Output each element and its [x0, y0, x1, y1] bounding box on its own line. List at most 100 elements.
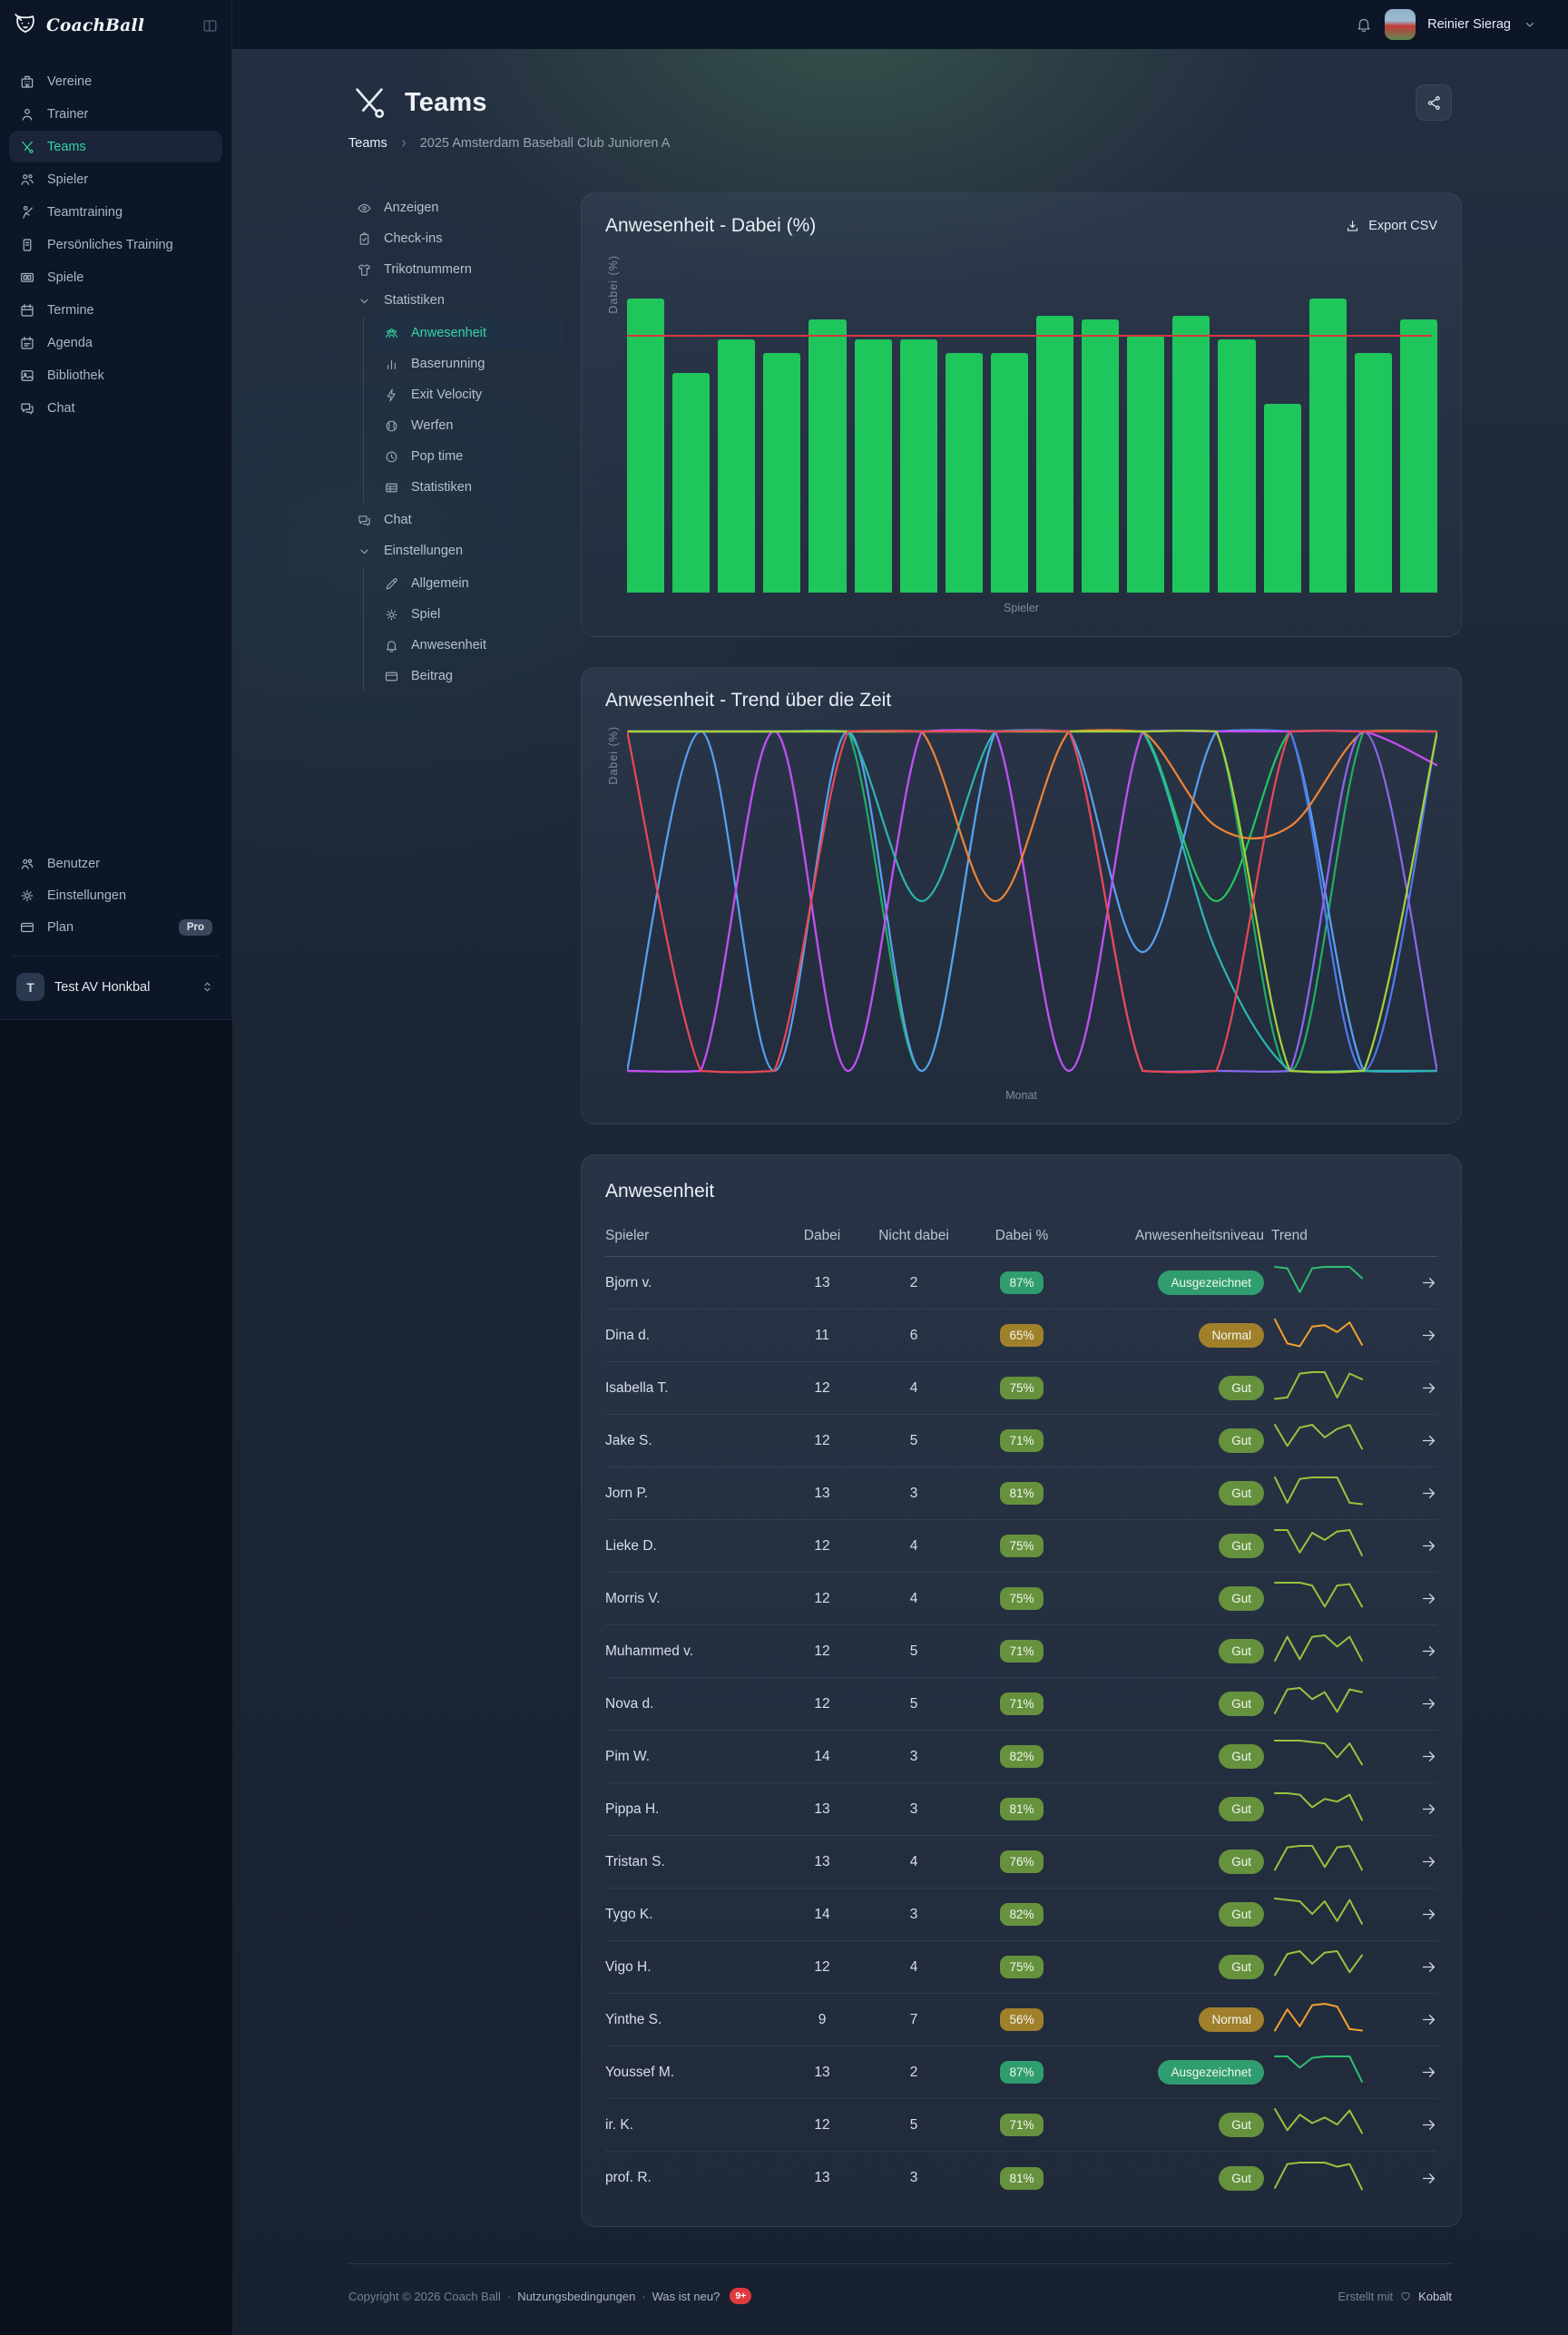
subnav-item-anzeigen[interactable]: Anzeigen	[348, 192, 564, 223]
subnav-subitem-allgemein[interactable]: Allgemein	[376, 568, 564, 599]
table-row-vigo-h[interactable]: Vigo H.12475%Gut	[605, 1941, 1437, 1994]
sidebar-item-benutzer[interactable]: Benutzer	[9, 848, 222, 879]
share-button[interactable]	[1416, 84, 1452, 121]
table-row-lieke-d[interactable]: Lieke D.12475%Gut	[605, 1520, 1437, 1573]
sidebar-item-trainer[interactable]: Trainer	[9, 98, 222, 130]
row-detail-arrow[interactable]	[1420, 1800, 1437, 1818]
table-row-morris-v[interactable]: Morris V.12475%Gut	[605, 1573, 1437, 1625]
building-icon	[19, 74, 35, 90]
table-row-jorn-p[interactable]: Jorn P.13381%Gut	[605, 1467, 1437, 1520]
sidebar-item-agenda[interactable]: Agenda	[9, 327, 222, 358]
sidebar-item-chat[interactable]: Chat	[9, 392, 222, 424]
row-detail-arrow[interactable]	[1420, 2064, 1437, 2081]
row-detail-arrow[interactable]	[1420, 2116, 1437, 2134]
row-detail-arrow[interactable]	[1420, 1485, 1437, 1502]
player-name: Yinthe S.	[605, 2012, 783, 2028]
row-detail-arrow[interactable]	[1420, 2011, 1437, 2028]
terms-link[interactable]: Nutzungsbedingungen	[517, 2290, 635, 2303]
page-title: Teams	[405, 88, 487, 118]
table-row-prof-r[interactable]: prof. R.13381%Gut	[605, 2152, 1437, 2204]
row-detail-arrow[interactable]	[1420, 1643, 1437, 1660]
trend-line-serie-hellblau	[627, 731, 1437, 1072]
subnav-subitem-baserunning[interactable]: Baserunning	[376, 348, 564, 379]
trend-sparkline	[1264, 1946, 1420, 1988]
table-row-muhammed-v[interactable]: Muhammed v.12571%Gut	[605, 1625, 1437, 1678]
subnav-item-label: Pop time	[411, 449, 463, 464]
row-detail-arrow[interactable]	[1420, 1590, 1437, 1607]
subnav-subitem-exit-velocity[interactable]: Exit Velocity	[376, 379, 564, 410]
subnav-subitem-spiel[interactable]: Spiel	[376, 599, 564, 630]
sidebar-bottom: BenutzerEinstellungenPlanPro T Test AV H…	[0, 848, 231, 1019]
subnav-item-chat[interactable]: Chat	[348, 505, 564, 535]
row-detail-arrow[interactable]	[1420, 1537, 1437, 1555]
row-detail-arrow[interactable]	[1420, 1853, 1437, 1870]
chevron-icon	[357, 544, 372, 559]
row-detail-arrow[interactable]	[1420, 1327, 1437, 1344]
subnav-item-trikotnummern[interactable]: Trikotnummern	[348, 254, 564, 285]
sidebar-item-vereine[interactable]: Vereine	[9, 65, 222, 97]
attendance-table-card: Anwesenheit Spieler Dabei Nicht dabei Da…	[581, 1154, 1462, 2227]
sidebar-item-teamtraining[interactable]: Teamtraining	[9, 196, 222, 228]
absent-count: 4	[861, 1959, 966, 1976]
table-row-nova-d[interactable]: Nova d.12571%Gut	[605, 1678, 1437, 1731]
subnav-item-statistiken[interactable]: Statistiken	[348, 285, 564, 316]
sidebar-item-teams[interactable]: Teams	[9, 131, 222, 162]
table-row-tygo-k[interactable]: Tygo K.14382%Gut	[605, 1889, 1437, 1941]
table-row-jake-s[interactable]: Jake S.12571%Gut	[605, 1415, 1437, 1467]
kobalt-link[interactable]: Kobalt	[1418, 2290, 1452, 2303]
present-count: 12	[783, 1959, 861, 1976]
row-detail-arrow[interactable]	[1420, 1379, 1437, 1397]
table-row-pippa-h[interactable]: Pippa H.13381%Gut	[605, 1783, 1437, 1836]
table-row-tristan-s[interactable]: Tristan S.13476%Gut	[605, 1836, 1437, 1889]
coachball-logo-icon	[13, 13, 38, 38]
table-row-ir-k[interactable]: ir. K.12571%Gut	[605, 2099, 1437, 2152]
sidebar-item-termine[interactable]: Termine	[9, 294, 222, 326]
player-name: Lieke D.	[605, 1538, 783, 1555]
subnav-item-check-ins[interactable]: Check-ins	[348, 223, 564, 254]
trend-sparkline	[1264, 1893, 1420, 1936]
sidebar-item-bibliothek[interactable]: Bibliothek	[9, 359, 222, 391]
subnav-subitem-anwesenheit[interactable]: Anwesenheit	[376, 318, 564, 348]
sidebar-item-plan[interactable]: PlanPro	[9, 911, 222, 943]
subnav-subitem-anwesenheit[interactable]: Anwesenheit	[376, 630, 564, 661]
sidebar-item-label: Trainer	[47, 107, 88, 122]
clock-icon	[384, 449, 399, 465]
row-detail-arrow[interactable]	[1420, 1695, 1437, 1712]
subnav-item-einstellungen[interactable]: Einstellungen	[348, 535, 564, 566]
breadcrumb-teams-link[interactable]: Teams	[348, 136, 387, 151]
row-detail-arrow[interactable]	[1420, 1274, 1437, 1291]
table-row-bjorn-v[interactable]: Bjorn v.13287%Ausgezeichnet	[605, 1257, 1437, 1310]
user-avatar[interactable]	[1385, 9, 1416, 40]
sidebar-collapse-icon[interactable]	[201, 17, 219, 34]
subnav-subitem-pop-time[interactable]: Pop time	[376, 441, 564, 472]
row-detail-arrow[interactable]	[1420, 1432, 1437, 1449]
notifications-bell-icon[interactable]	[1355, 15, 1373, 34]
pencil-icon	[384, 576, 399, 592]
table-row-dina-d[interactable]: Dina d.11665%Normal	[605, 1310, 1437, 1362]
pct-badge: 81%	[1000, 1798, 1043, 1820]
user-menu-chevron-down-icon[interactable]	[1523, 17, 1537, 32]
subnav-subitem-beitrag[interactable]: Beitrag	[376, 661, 564, 692]
subnav-subitem-statistiken[interactable]: Statistiken	[376, 472, 564, 503]
sidebar-item-spiele[interactable]: Spiele	[9, 261, 222, 293]
whats-new-link[interactable]: Was ist neu?	[652, 2290, 720, 2303]
table-row-youssef-m[interactable]: Youssef M.13287%Ausgezeichnet	[605, 2046, 1437, 2099]
table-row-yinthe-s[interactable]: Yinthe S.9756%Normal	[605, 1994, 1437, 2046]
sidebar-item-pers-nliches-training[interactable]: Persönliches Training	[9, 229, 222, 260]
card-icon	[384, 669, 399, 684]
player-name: Youssef M.	[605, 2065, 783, 2081]
account-switcher[interactable]: T Test AV Honkbal	[9, 969, 222, 1001]
row-detail-arrow[interactable]	[1420, 1958, 1437, 1976]
row-detail-arrow[interactable]	[1420, 1906, 1437, 1923]
present-count: 12	[783, 1643, 861, 1660]
row-detail-arrow[interactable]	[1420, 2170, 1437, 2187]
export-csv-button[interactable]: Export CSV	[1345, 219, 1437, 234]
absent-count: 6	[861, 1328, 966, 1344]
sidebar-item-spieler[interactable]: Spieler	[9, 163, 222, 195]
table-row-pim-w[interactable]: Pim W.14382%Gut	[605, 1731, 1437, 1783]
subnav-subitem-werfen[interactable]: Werfen	[376, 410, 564, 441]
row-detail-arrow[interactable]	[1420, 1748, 1437, 1765]
absent-count: 7	[861, 2012, 966, 2028]
table-row-isabella-t[interactable]: Isabella T.12475%Gut	[605, 1362, 1437, 1415]
sidebar-item-einstellungen[interactable]: Einstellungen	[9, 879, 222, 911]
